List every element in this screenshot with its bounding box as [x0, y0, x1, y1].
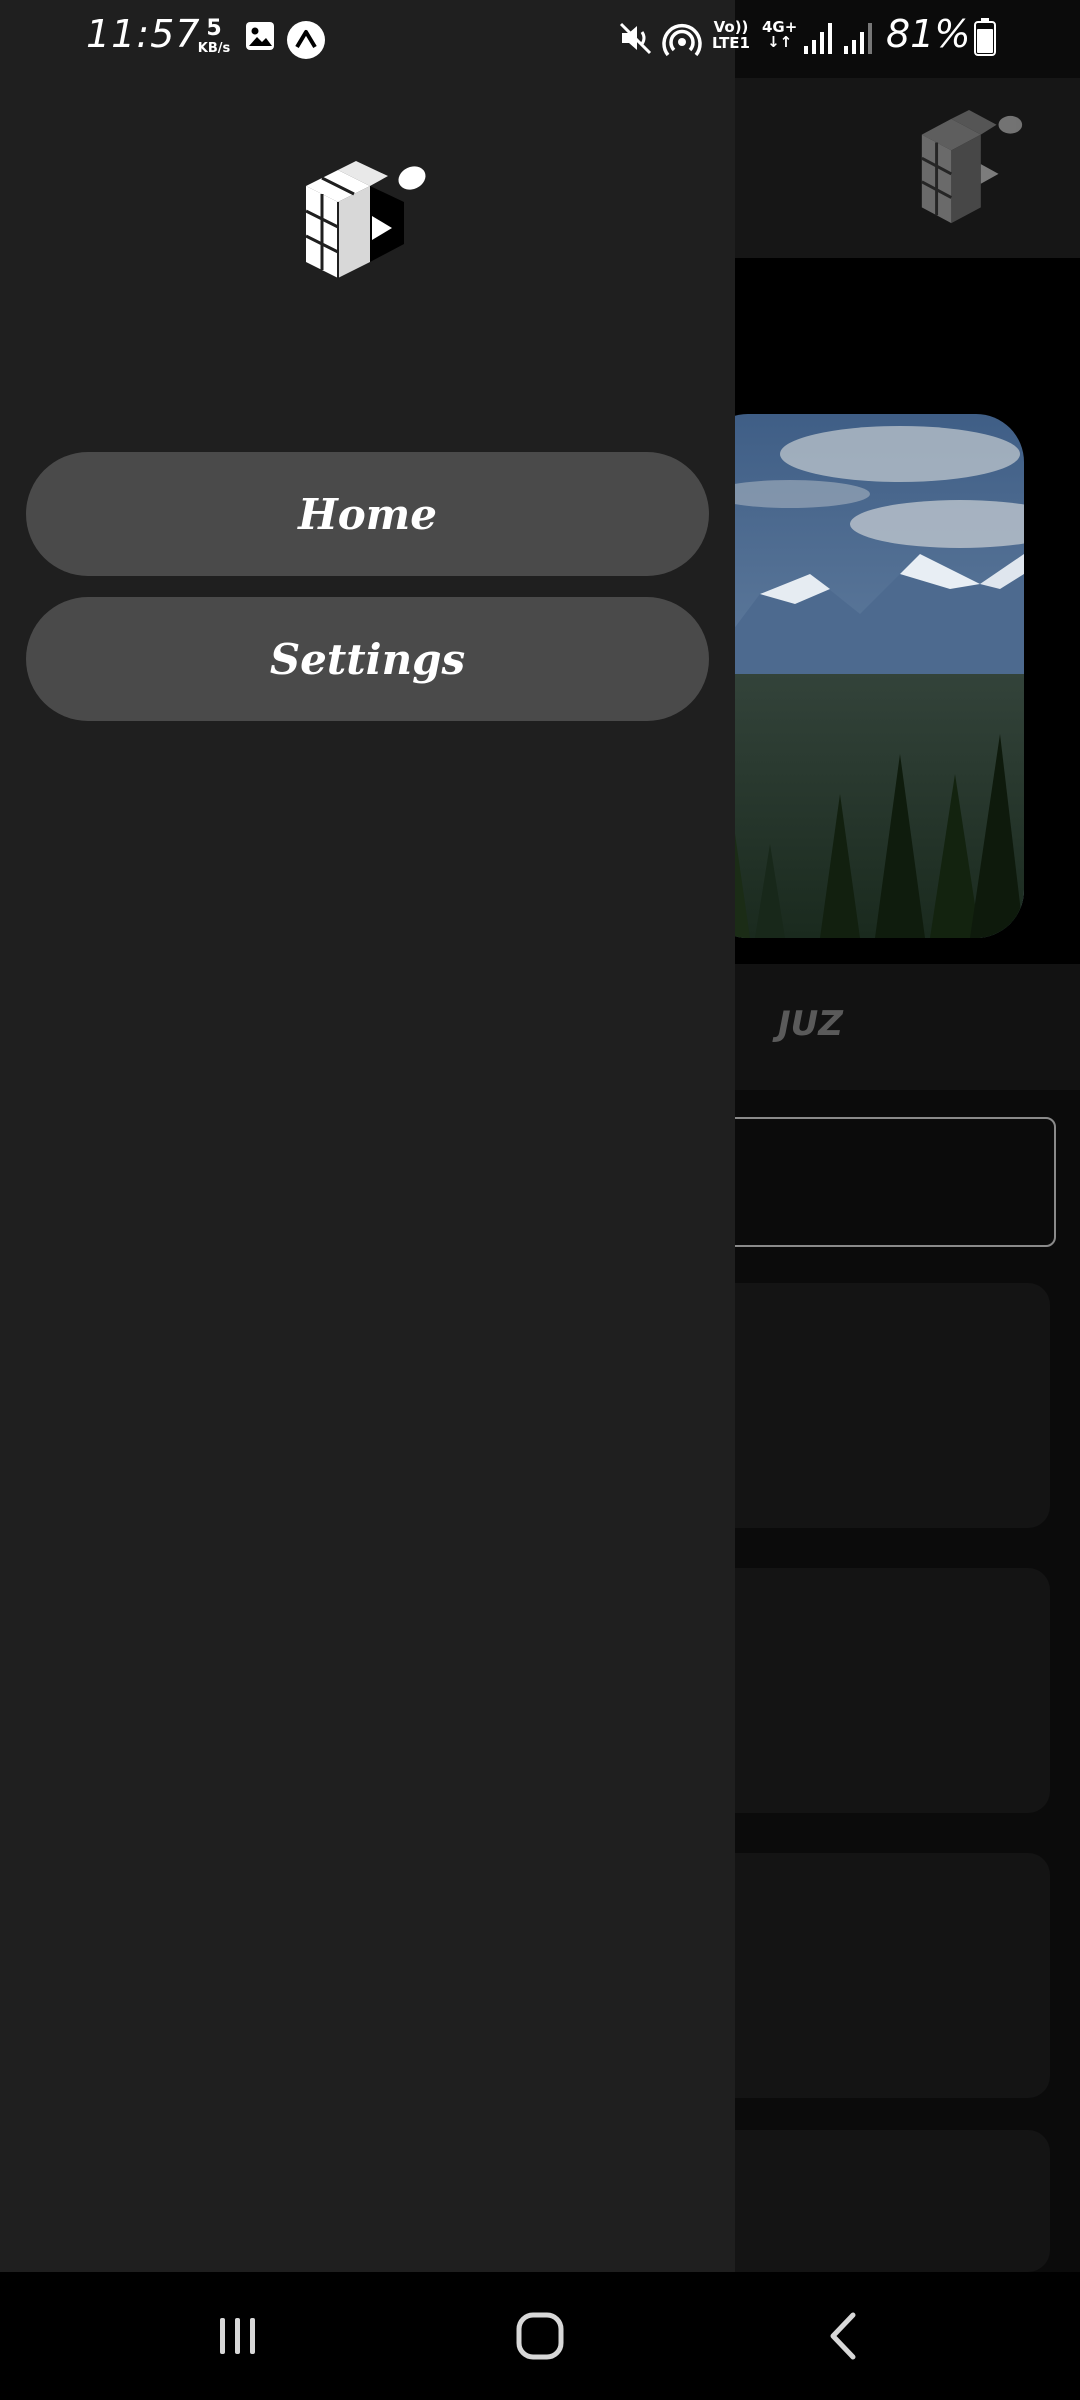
network-speed: 5 KB/s — [192, 16, 236, 56]
cube-logo-icon — [921, 110, 1023, 224]
network-speed-unit: KB/s — [197, 41, 231, 56]
recents-button[interactable] — [158, 2272, 318, 2400]
back-icon — [830, 2312, 856, 2360]
screen: JUZ 11:57 5 KB/s Vo)) LTE1 4G+ ↓↑ 81% Ho… — [0, 0, 1080, 2400]
network-speed-value: 5 — [206, 16, 222, 41]
signal-icon-2 — [844, 23, 872, 54]
status-bar: 11:57 5 KB/s Vo)) LTE1 4G+ ↓↑ 81% — [0, 0, 1080, 78]
volte-indicator: Vo)) LTE1 — [712, 19, 750, 52]
home-button[interactable] — [460, 2272, 620, 2400]
volte-bottom: LTE1 — [712, 33, 750, 52]
drawer-item-label: Home — [298, 489, 437, 539]
mountain-image — [700, 414, 1024, 938]
recents-icon — [220, 2318, 255, 2354]
home-icon — [516, 2312, 564, 2360]
signal-icon — [804, 23, 832, 54]
back-button[interactable] — [763, 2272, 923, 2400]
navigation-drawer: Home Settings — [0, 0, 735, 2272]
hotspot-icon — [662, 24, 702, 57]
mute-icon — [619, 22, 652, 55]
system-navigation-bar — [0, 2272, 1080, 2400]
mountain-photo — [700, 414, 1024, 938]
drawer-item-label: Settings — [269, 634, 466, 684]
cube-logo-icon — [305, 161, 426, 278]
app-notification-icon — [287, 21, 325, 59]
battery-percent: 81% — [886, 12, 971, 56]
network-type: 4G+ ↓↑ — [762, 20, 797, 50]
battery-icon — [974, 18, 996, 56]
gallery-icon — [246, 22, 274, 50]
drawer-item-settings[interactable]: Settings — [26, 597, 709, 721]
data-arrows-icon: ↓↑ — [767, 33, 793, 51]
tab-juz[interactable]: JUZ — [778, 1004, 843, 1044]
status-time: 11:57 — [86, 12, 201, 56]
drawer-item-home[interactable]: Home — [26, 452, 709, 576]
